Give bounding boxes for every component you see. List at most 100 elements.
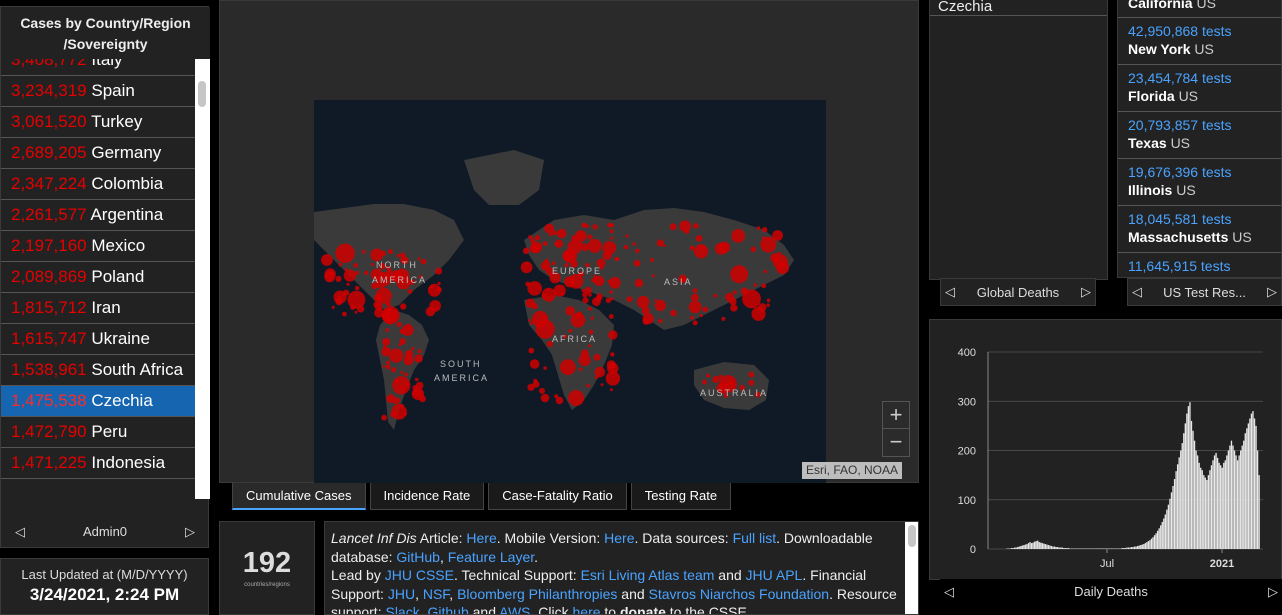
case-bubble[interactable]: [568, 390, 585, 406]
case-bubble[interactable]: [403, 412, 407, 416]
slack-link[interactable]: Slack: [385, 604, 419, 614]
case-bubble[interactable]: [730, 304, 738, 312]
info-scrollbar[interactable]: [905, 522, 918, 614]
case-bubble[interactable]: [543, 366, 547, 370]
case-bubble[interactable]: [386, 347, 391, 352]
daily-deaths-bar[interactable]: [1067, 548, 1070, 549]
case-bubble[interactable]: [540, 393, 550, 403]
daily-deaths-bar[interactable]: [1037, 540, 1039, 549]
daily-deaths-bar[interactable]: [1190, 420, 1193, 549]
case-bubble[interactable]: [324, 268, 336, 280]
case-bubble[interactable]: [397, 253, 401, 258]
case-bubble[interactable]: [575, 312, 582, 319]
daily-deaths-bar[interactable]: [1181, 443, 1183, 549]
daily-deaths-bar[interactable]: [1243, 440, 1245, 549]
case-bubble[interactable]: [588, 344, 592, 348]
case-bubble[interactable]: [389, 348, 404, 363]
jhu-apl-link[interactable]: JHU APL: [746, 567, 803, 583]
daily-deaths-bar[interactable]: [1027, 543, 1030, 549]
case-bubble[interactable]: [625, 234, 629, 238]
case-bubble[interactable]: [702, 379, 707, 385]
case-bubble[interactable]: [541, 287, 556, 302]
case-bubble[interactable]: [577, 241, 583, 247]
case-bubble[interactable]: [382, 338, 391, 346]
case-bubble[interactable]: [732, 290, 737, 295]
daily-deaths-bar[interactable]: [1178, 457, 1180, 549]
case-bubble[interactable]: [694, 244, 709, 259]
case-bubble[interactable]: [581, 222, 587, 228]
case-bubble[interactable]: [609, 290, 613, 294]
daily-deaths-bar[interactable]: [1149, 540, 1151, 549]
case-bubble[interactable]: [414, 354, 423, 363]
case-bubble[interactable]: [608, 314, 614, 319]
case-bubble[interactable]: [587, 306, 592, 311]
daily-deaths-bar[interactable]: [1193, 440, 1196, 549]
case-bubble[interactable]: [582, 291, 588, 298]
daily-deaths-bar[interactable]: [1255, 425, 1257, 550]
daily-deaths-bar[interactable]: [1238, 455, 1240, 549]
daily-deaths-bar[interactable]: [1224, 460, 1226, 549]
case-bubble[interactable]: [407, 354, 412, 359]
daily-deaths-bar[interactable]: [1252, 411, 1254, 549]
country-row[interactable]: 2,347,224 Colombia: [1, 169, 195, 200]
daily-deaths-bar[interactable]: [1043, 543, 1045, 549]
daily-deaths-bar[interactable]: [1133, 546, 1136, 549]
daily-deaths-bar[interactable]: [1053, 546, 1056, 549]
daily-deaths-bar[interactable]: [1129, 547, 1131, 549]
country-row[interactable]: 1,471,225 Indonesia: [1, 448, 195, 479]
daily-deaths-bar[interactable]: [1046, 544, 1048, 549]
aws-link[interactable]: AWS: [499, 604, 530, 614]
daily-deaths-bar[interactable]: [1013, 547, 1016, 549]
case-bubble[interactable]: [762, 227, 768, 233]
case-bubble[interactable]: [562, 250, 574, 262]
country-list-scroll-thumb[interactable]: [198, 81, 206, 107]
case-bubble[interactable]: [580, 349, 589, 358]
chevron-left-icon[interactable]: ◁: [940, 579, 958, 605]
case-bubble[interactable]: [383, 345, 387, 350]
case-bubble[interactable]: [610, 236, 614, 240]
daily-deaths-bar[interactable]: [1138, 545, 1140, 549]
case-bubble[interactable]: [354, 285, 360, 291]
case-bubble[interactable]: [420, 258, 427, 265]
case-bubble[interactable]: [689, 245, 695, 251]
daily-deaths-bar[interactable]: [1052, 546, 1054, 549]
case-bubble[interactable]: [713, 293, 718, 298]
case-bubble[interactable]: [542, 316, 547, 320]
daily-deaths-bar[interactable]: [1201, 470, 1203, 549]
daily-deaths-bar[interactable]: [1166, 509, 1168, 549]
case-bubble[interactable]: [520, 261, 533, 274]
country-row[interactable]: 1,472,790 Peru: [1, 417, 195, 448]
daily-deaths-bar[interactable]: [1230, 440, 1233, 549]
case-bubble[interactable]: [578, 234, 582, 238]
daily-deaths-bar[interactable]: [1187, 406, 1190, 549]
case-bubble[interactable]: [635, 248, 640, 253]
daily-deaths-bar[interactable]: [1050, 546, 1053, 549]
daily-deaths-bar[interactable]: [1038, 542, 1040, 549]
daily-deaths-bar[interactable]: [1030, 543, 1033, 549]
case-bubble[interactable]: [654, 299, 666, 312]
donate-here-link[interactable]: here: [573, 604, 601, 614]
daily-deaths-bar[interactable]: [1215, 452, 1217, 549]
case-bubble[interactable]: [658, 318, 663, 324]
case-bubble[interactable]: [762, 236, 766, 240]
nsf-link[interactable]: NSF: [423, 586, 449, 602]
case-bubble[interactable]: [417, 349, 422, 354]
case-bubble[interactable]: [402, 324, 414, 336]
daily-deaths-bar[interactable]: [1058, 547, 1060, 549]
daily-deaths-bar[interactable]: [1044, 544, 1047, 549]
case-bubble[interactable]: [633, 259, 641, 267]
daily-deaths-bar[interactable]: [1167, 504, 1170, 550]
case-bubble[interactable]: [609, 229, 614, 234]
daily-deaths-bar[interactable]: [1192, 430, 1194, 549]
daily-deaths-bar[interactable]: [1032, 542, 1034, 549]
daily-deaths-bar[interactable]: [1236, 460, 1239, 549]
daily-deaths-bar[interactable]: [1063, 548, 1065, 549]
daily-deaths-bar[interactable]: [1049, 545, 1051, 549]
country-row[interactable]: 1,815,712 Iran: [1, 293, 195, 324]
daily-deaths-bar[interactable]: [1209, 470, 1211, 549]
daily-deaths-bar[interactable]: [1258, 475, 1260, 550]
daily-deaths-bar[interactable]: [1170, 492, 1173, 549]
country-row[interactable]: 2,689,205 Germany: [1, 138, 195, 169]
case-bubble[interactable]: [779, 269, 783, 273]
daily-deaths-bar[interactable]: [1223, 462, 1225, 549]
